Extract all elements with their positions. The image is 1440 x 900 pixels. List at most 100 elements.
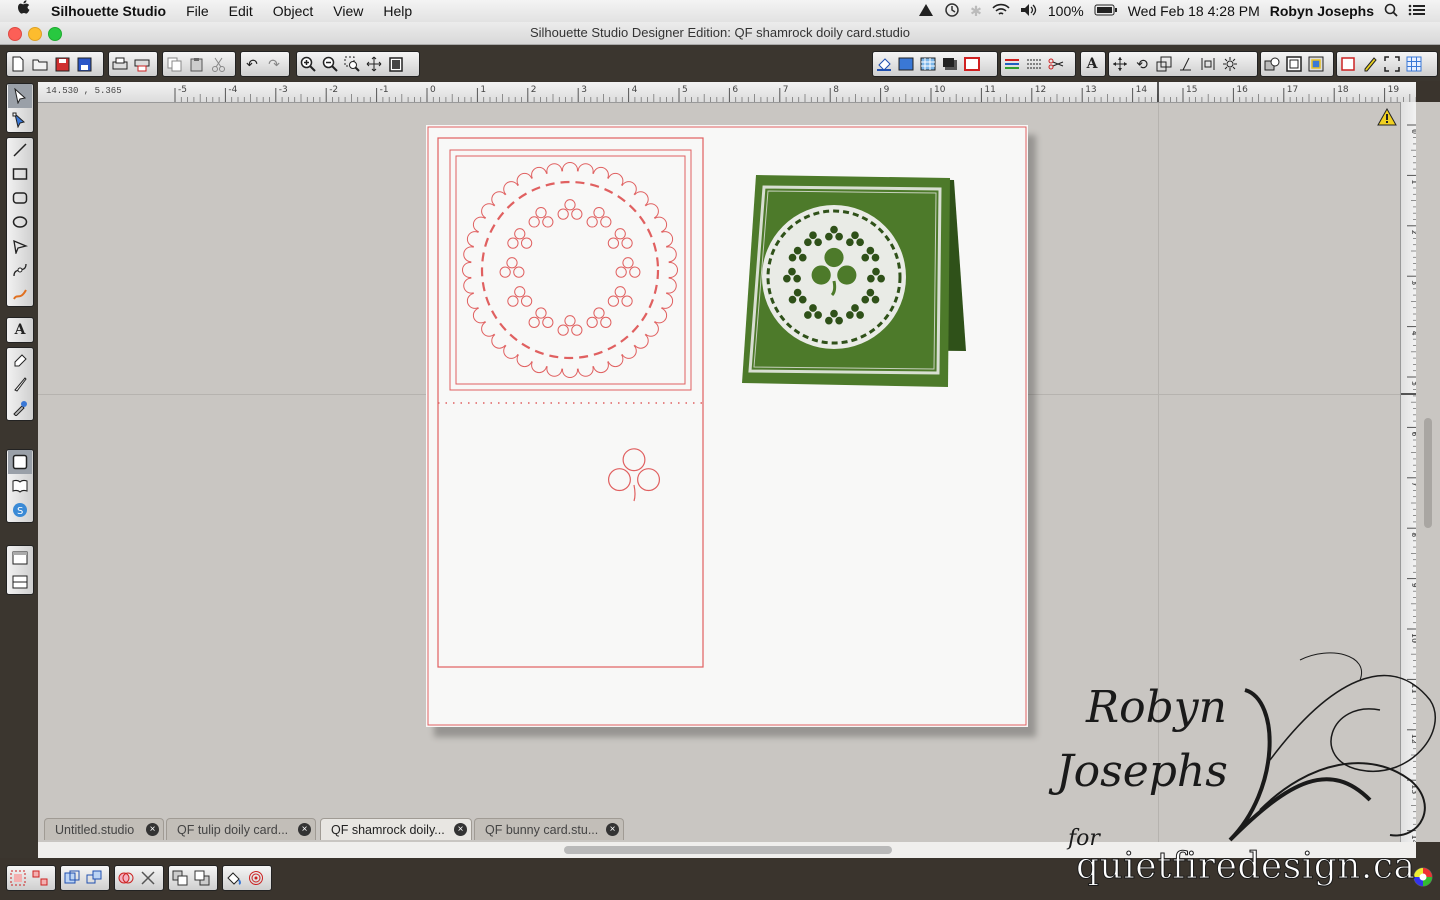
- offset-icon[interactable]: [1283, 53, 1305, 75]
- edit-points-tool-icon[interactable]: [8, 108, 32, 132]
- grid-settings-icon[interactable]: [1403, 53, 1425, 75]
- line-style-icon[interactable]: [1001, 53, 1023, 75]
- move-icon[interactable]: [1109, 53, 1131, 75]
- close-tab-icon[interactable]: ×: [146, 823, 159, 836]
- notification-center-icon[interactable]: [1408, 3, 1426, 20]
- app-menu[interactable]: Silhouette Studio: [41, 0, 176, 22]
- upload-status-icon[interactable]: [918, 3, 934, 20]
- tab-untitled[interactable]: Untitled.studio ×: [44, 818, 164, 840]
- fill-bucket-icon[interactable]: [223, 867, 245, 889]
- scale-icon[interactable]: [1153, 53, 1175, 75]
- close-tab-icon[interactable]: ×: [298, 823, 311, 836]
- rotate-icon[interactable]: ⟲: [1131, 53, 1153, 75]
- eraser-tool-icon[interactable]: [8, 348, 32, 372]
- paste-icon[interactable]: [185, 53, 207, 75]
- modify-icon[interactable]: [1261, 53, 1283, 75]
- print-icon[interactable]: [109, 53, 131, 75]
- rectangle-tool-icon[interactable]: [8, 162, 32, 186]
- bring-forward-icon[interactable]: [169, 867, 191, 889]
- zoom-out-icon[interactable]: [319, 53, 341, 75]
- rounded-rectangle-tool-icon[interactable]: [8, 186, 32, 210]
- text-tool-icon[interactable]: A: [8, 318, 32, 342]
- make-compound-path-icon[interactable]: [61, 867, 83, 889]
- tab-bunny-card[interactable]: QF bunny card.stu... ×: [474, 818, 624, 840]
- eyedropper-tool-icon[interactable]: [8, 396, 32, 420]
- apple-menu-icon[interactable]: [0, 0, 41, 22]
- save-to-library-icon[interactable]: [73, 53, 95, 75]
- cut-icon[interactable]: [207, 53, 229, 75]
- ellipse-tool-icon[interactable]: [8, 210, 32, 234]
- select-tool-icon[interactable]: [8, 84, 32, 108]
- line-weight-icon[interactable]: [1023, 53, 1045, 75]
- send-backward-icon[interactable]: [191, 867, 213, 889]
- online-store-icon[interactable]: S: [8, 498, 32, 522]
- line-color-icon[interactable]: [961, 53, 983, 75]
- new-file-icon[interactable]: [7, 53, 29, 75]
- menu-edit[interactable]: Edit: [219, 0, 263, 22]
- design-page-icon[interactable]: [8, 450, 32, 474]
- user-name[interactable]: Robyn Josephs: [1270, 3, 1374, 19]
- release-compound-path-icon[interactable]: [83, 867, 105, 889]
- shear-icon[interactable]: [1175, 53, 1197, 75]
- replicate-icon[interactable]: [1219, 53, 1241, 75]
- vertical-scroll-thumb[interactable]: [1424, 418, 1432, 528]
- shadow-icon[interactable]: [939, 53, 961, 75]
- battery-icon[interactable]: [1094, 3, 1118, 19]
- delete-icon[interactable]: [137, 867, 159, 889]
- close-tab-icon[interactable]: ×: [606, 823, 619, 836]
- send-to-silhouette-icon[interactable]: [131, 53, 153, 75]
- group-icon[interactable]: [7, 867, 29, 889]
- weld-icon[interactable]: [115, 867, 137, 889]
- open-file-icon[interactable]: [29, 53, 51, 75]
- text-style-icon[interactable]: A: [1081, 53, 1103, 75]
- shamrock-cut-outline[interactable]: [607, 448, 661, 502]
- copy-icon[interactable]: [163, 53, 185, 75]
- menu-view[interactable]: View: [323, 0, 373, 22]
- fill-pattern-icon[interactable]: [917, 53, 939, 75]
- wifi-icon[interactable]: [992, 3, 1010, 20]
- bluetooth-icon[interactable]: ✱: [970, 3, 982, 20]
- doily-cut-outline[interactable]: [462, 162, 678, 378]
- warning-icon[interactable]: [1377, 107, 1397, 129]
- tab-tulip-doily[interactable]: QF tulip doily card... ×: [166, 818, 316, 840]
- menu-object[interactable]: Object: [263, 0, 323, 22]
- fit-to-page-icon[interactable]: [385, 53, 407, 75]
- undo-icon[interactable]: ↶: [241, 53, 263, 75]
- line-tool-icon[interactable]: [8, 138, 32, 162]
- clock[interactable]: Wed Feb 18 4:28 PM: [1128, 3, 1260, 19]
- horizontal-scroll-thumb[interactable]: [564, 846, 892, 854]
- offset-target-icon[interactable]: [245, 867, 267, 889]
- fill-gradient-icon[interactable]: [895, 53, 917, 75]
- fill-and-offset-tools: [222, 865, 272, 891]
- zoom-selection-icon[interactable]: [341, 53, 363, 75]
- library-icon[interactable]: [8, 474, 32, 498]
- redo-icon[interactable]: ↷: [263, 53, 285, 75]
- cut-settings-icon[interactable]: [1045, 53, 1067, 75]
- page-settings-icon[interactable]: [1337, 53, 1359, 75]
- design-page[interactable]: [426, 125, 1028, 727]
- menu-help[interactable]: Help: [373, 0, 422, 22]
- time-machine-icon[interactable]: [944, 2, 960, 21]
- spotlight-search-icon[interactable]: [1384, 3, 1398, 20]
- save-icon[interactable]: [51, 53, 73, 75]
- trace-icon[interactable]: [1305, 53, 1327, 75]
- close-tab-icon[interactable]: ×: [454, 823, 467, 836]
- zoom-in-icon[interactable]: [297, 53, 319, 75]
- ungroup-icon[interactable]: [29, 867, 51, 889]
- curve-tool-icon[interactable]: [8, 258, 32, 282]
- sketch-icon[interactable]: [1359, 53, 1381, 75]
- tab-shamrock-doily[interactable]: QF shamrock doily... ×: [320, 818, 472, 840]
- knife-tool-icon[interactable]: [8, 372, 32, 396]
- freehand-tool-icon[interactable]: [8, 282, 32, 306]
- polygon-tool-icon[interactable]: [8, 234, 32, 258]
- fill-color-icon[interactable]: [873, 53, 895, 75]
- split-view-icon[interactable]: [8, 570, 32, 594]
- horizontal-ruler[interactable]: -5 -4 -3 -2 -1 0 1 2 3 4 5 6 7 8 9 10 11 12 13 14 15 16 17 18 19: [38, 82, 1416, 103]
- pan-icon[interactable]: [363, 53, 385, 75]
- single-view-icon[interactable]: [8, 546, 32, 570]
- volume-icon[interactable]: [1020, 3, 1038, 20]
- menu-file[interactable]: File: [176, 0, 219, 22]
- card-preview-image[interactable]: [742, 175, 966, 387]
- align-icon[interactable]: [1197, 53, 1219, 75]
- fullscreen-icon[interactable]: [1381, 53, 1403, 75]
